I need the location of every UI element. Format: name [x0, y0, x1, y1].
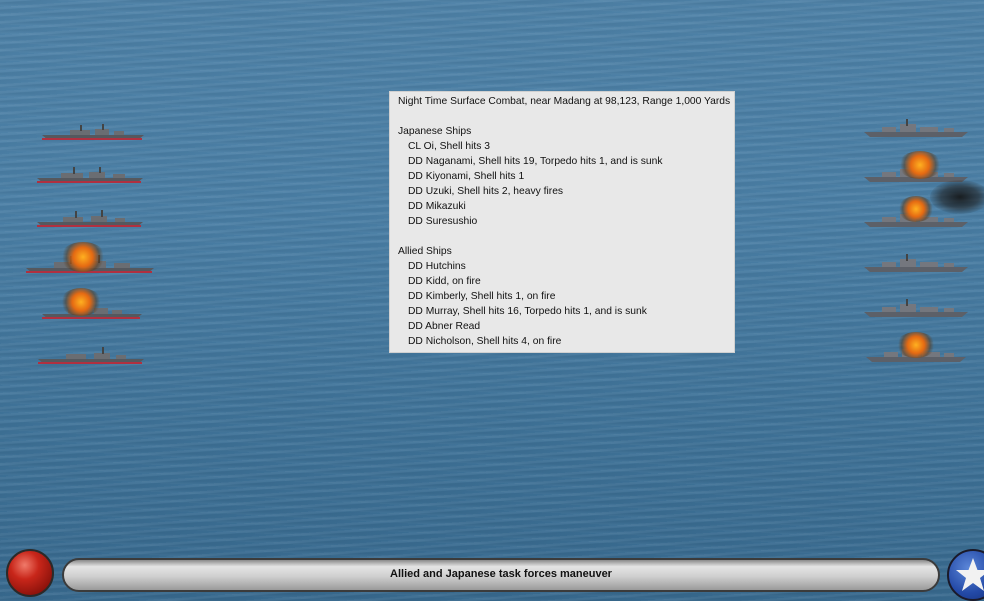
- allied-ship-entry: DD Kidd, on fire: [408, 276, 481, 287]
- fire-effect: [898, 151, 942, 179]
- status-message: Allied and Japanese task forces maneuver: [390, 568, 612, 580]
- combat-report-panel: Night Time Surface Combat, near Madang a…: [389, 91, 735, 353]
- red-button-icon[interactable]: [6, 549, 54, 597]
- destroyer-icon: [42, 124, 144, 140]
- allied-ship-1[interactable]: [860, 118, 970, 140]
- japanese-ships-title: Japanese Ships: [398, 126, 472, 137]
- combat-header: Night Time Surface Combat, near Madang a…: [398, 96, 731, 107]
- japanese-ship-6[interactable]: [36, 345, 146, 367]
- japanese-ship-2[interactable]: [35, 164, 145, 186]
- japanese-ship-entry: DD Suresushio: [408, 216, 478, 227]
- fire-effect: [896, 332, 936, 358]
- fire-effect: [898, 196, 934, 222]
- us-star-emblem-icon: [947, 549, 984, 601]
- allied-ship-4[interactable]: [860, 253, 970, 275]
- allied-ship-entry: DD Nicholson, Shell hits 4, on fire: [408, 336, 562, 347]
- destroyer-icon: [37, 210, 143, 227]
- destroyer-icon: [864, 299, 968, 317]
- japanese-ship-entry: DD Naganami, Shell hits 19, Torpedo hits…: [408, 156, 663, 167]
- allied-ship-entry: DD Murray, Shell hits 16, Torpedo hits 1…: [408, 306, 647, 317]
- japanese-ship-entry: DD Kiyonami, Shell hits 1: [408, 171, 525, 182]
- allied-ships-title: Allied Ships: [398, 246, 452, 257]
- fire-effect: [60, 288, 102, 316]
- allied-ship-5[interactable]: [860, 298, 970, 320]
- destroyer-icon: [38, 347, 144, 364]
- destroyer-icon: [864, 254, 968, 272]
- japanese-ship-entry: DD Mikazuki: [408, 201, 466, 212]
- japanese-ship-entry: DD Uzuki, Shell hits 2, heavy fires: [408, 186, 564, 197]
- destroyer-icon: [37, 167, 143, 183]
- fire-effect: [60, 242, 106, 272]
- destroyer-icon: [864, 119, 968, 137]
- status-bar: Allied and Japanese task forces maneuver: [62, 558, 940, 592]
- allied-ship-entry: DD Kimberly, Shell hits 1, on fire: [408, 291, 556, 302]
- japanese-ship-entry: CL Oi, Shell hits 3: [408, 141, 491, 152]
- allied-ship-entry: DD Hutchins: [408, 261, 466, 272]
- japanese-ship-1[interactable]: [40, 121, 150, 143]
- allied-ship-entry: DD Abner Read: [408, 321, 481, 332]
- japanese-ship-3[interactable]: [35, 208, 145, 230]
- star-icon: [956, 558, 984, 591]
